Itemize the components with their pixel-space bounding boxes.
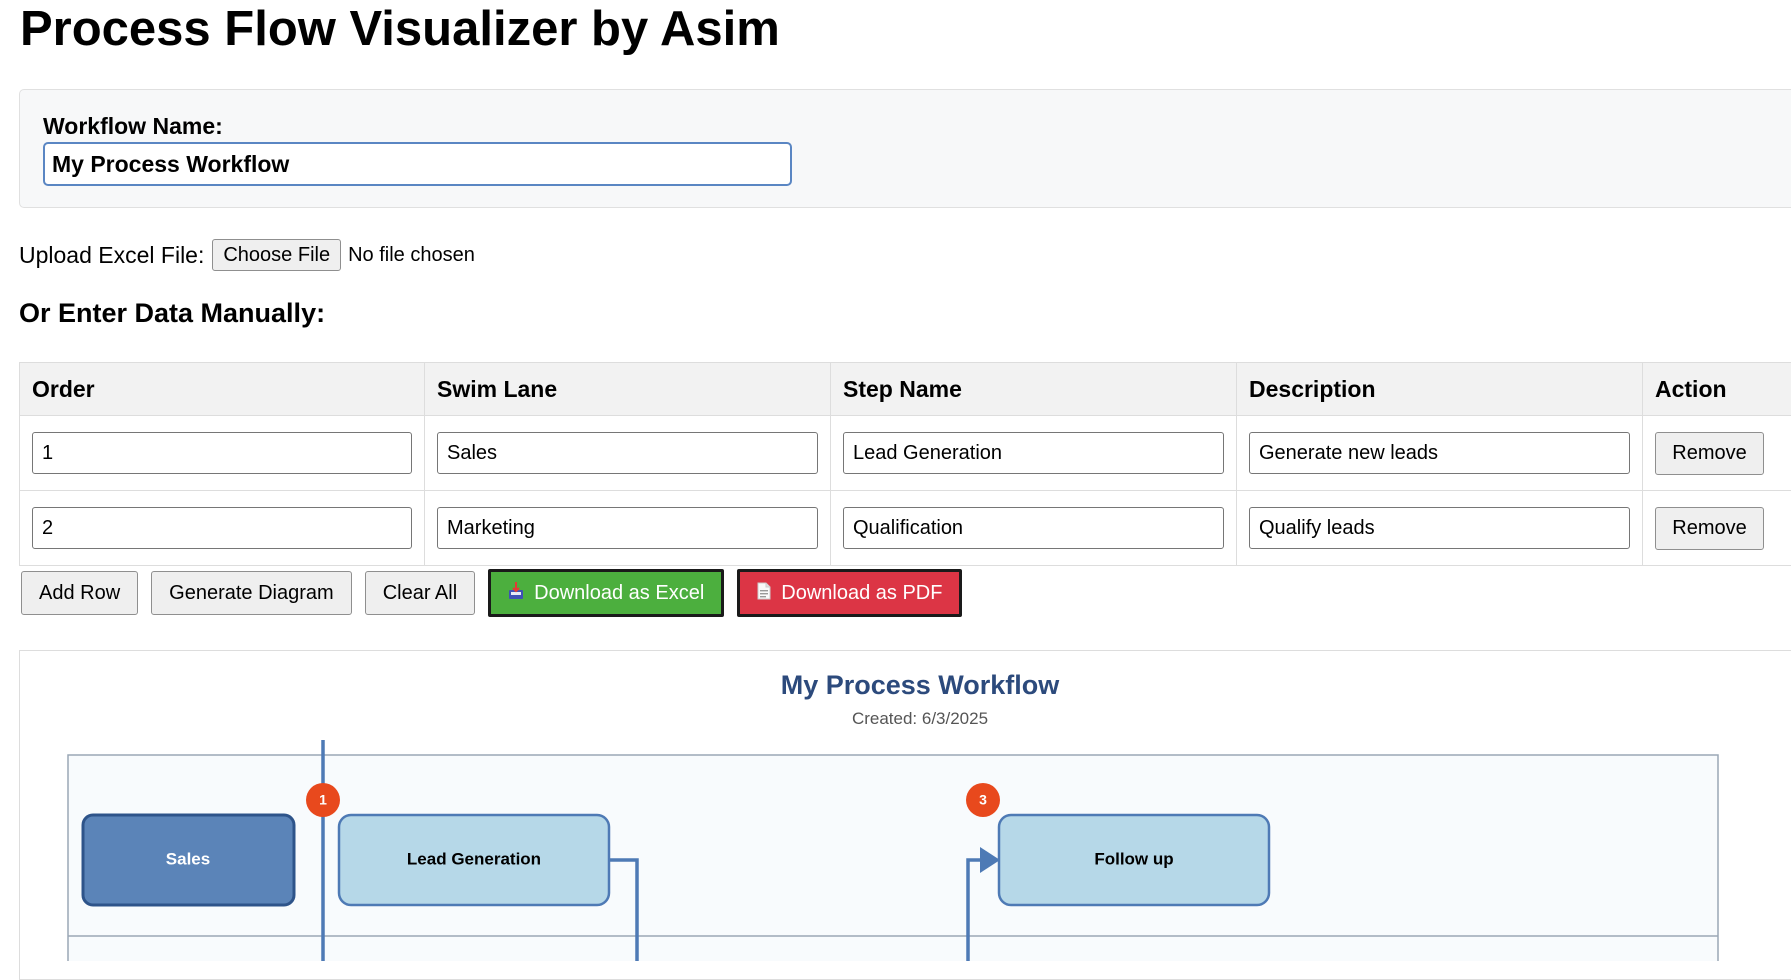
step-badge-number: 1	[319, 792, 327, 808]
step-label: Follow up	[1094, 849, 1173, 868]
step-label: Lead Generation	[407, 849, 541, 868]
process-diagram: Sales Lead Generation 1 Follow up 3	[0, 0, 1791, 961]
lane-label: Sales	[166, 849, 210, 868]
step-badge-number: 3	[979, 792, 987, 808]
